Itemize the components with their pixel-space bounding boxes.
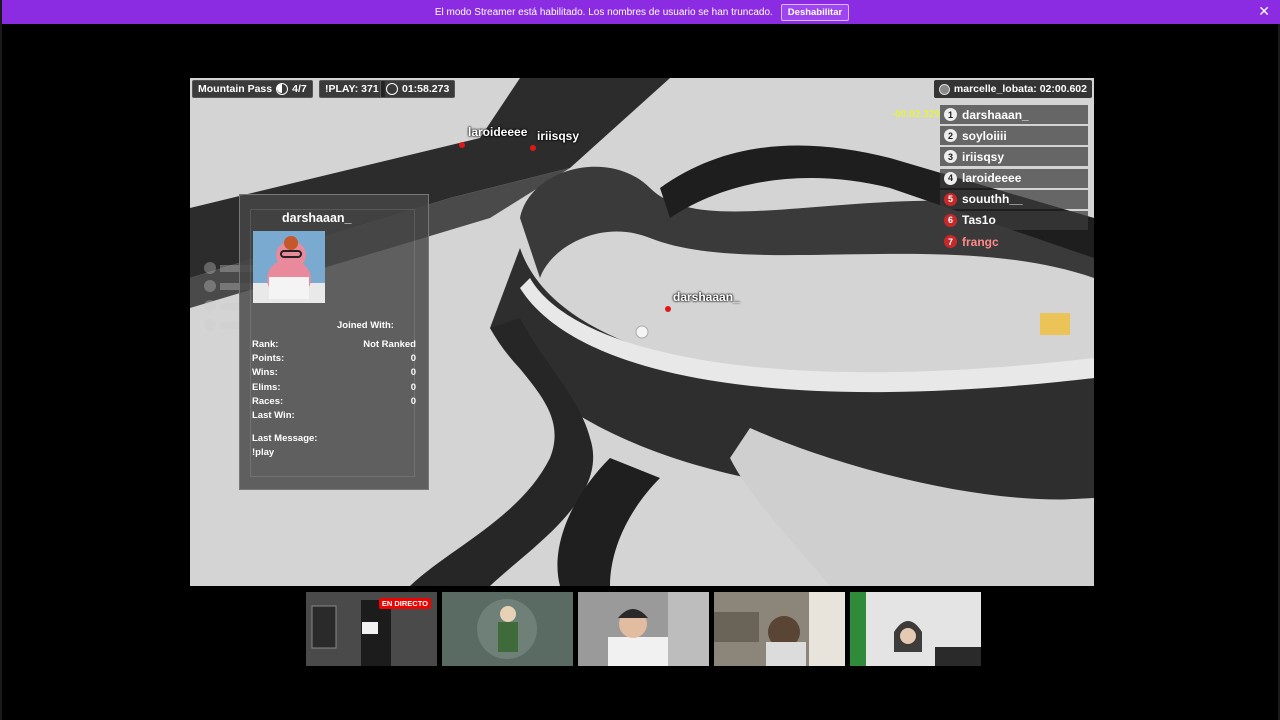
racer-name: darshaaan_ <box>962 107 1029 122</box>
thumbnail-image <box>578 592 709 666</box>
stat-row: Rank: Not Ranked <box>252 339 416 353</box>
leaderboard-row: 6 Tas1o <box>940 210 1088 230</box>
stat-row: Wins: 0 <box>252 367 416 381</box>
racer-name: Tas1o <box>962 213 996 228</box>
leaderboard: 1 darshaaan_ 2 soyloiiii 3 iriisqsy 4 laroid… <box>940 105 1088 253</box>
avatar <box>253 231 325 303</box>
stream-thumbnails: EN DIRECTO <box>306 592 981 666</box>
rank-badge: 5 <box>944 192 957 206</box>
racer-name: frangc <box>962 234 999 249</box>
stat-value: Not Ranked <box>363 339 416 350</box>
lap-icon <box>276 83 289 95</box>
leaderboard-row: 5 souuthh__ <box>940 189 1088 209</box>
leaderboard-row: 4 laroideeee <box>940 168 1088 188</box>
disable-button[interactable]: Deshabilitar <box>780 3 850 21</box>
stats-table: Rank: Not Ranked Points: 0 Wins: 0 Elims: 0 … <box>252 339 416 424</box>
stat-label: Points: <box>252 353 285 365</box>
close-icon[interactable]: ✕ <box>1258 4 1270 18</box>
stream-thumbnail[interactable]: EN DIRECTO <box>306 592 437 666</box>
race-timer: 01:58.273 <box>402 83 450 95</box>
thumbnail-image <box>850 592 981 666</box>
last-message-label: Last Message: <box>252 433 318 444</box>
stat-value: 0 <box>410 353 416 365</box>
time-delta: -00:02.329 <box>891 109 940 120</box>
leaderboard-row: 3 iriisqsy <box>940 147 1088 167</box>
live-badge: EN DIRECTO <box>378 598 431 609</box>
track-name: Mountain Pass <box>198 83 273 95</box>
stat-label: Wins: <box>252 367 278 379</box>
stat-label: Races: <box>252 395 284 407</box>
stat-row: Races: 0 <box>252 396 416 410</box>
racer-name: souuthh__ <box>962 192 1023 207</box>
stream-thumbnail[interactable] <box>442 592 573 666</box>
lap-counter: 4/7 <box>292 83 307 95</box>
record-chip: marcelle_lobata: 02:00.602 <box>933 80 1092 98</box>
stat-value: 0 <box>410 381 416 393</box>
play-count-chip: !PLAY: 371 <box>319 80 385 98</box>
stat-row: Last Win: <box>252 410 416 424</box>
profile-name: darshaaan_ <box>282 211 352 225</box>
joined-with-label: Joined With: <box>337 320 394 331</box>
rank-badge: 6 <box>944 213 957 227</box>
clock-icon <box>386 83 398 95</box>
banner-message: El modo Streamer está habilitado. Los no… <box>434 6 773 18</box>
stream-viewer: El modo Streamer está habilitado. Los no… <box>0 0 1280 720</box>
racer-name: laroideeee <box>962 171 1022 186</box>
racer-name: iriisqsy <box>962 149 1005 164</box>
stream-thumbnail[interactable] <box>714 592 845 666</box>
player-profile-card: darshaaan_ Joined With: Rank: Not Ranked … <box>239 194 429 490</box>
stat-row: Elims: 0 <box>252 382 416 396</box>
racer-marker <box>459 142 465 148</box>
timer-chip: 01:58.273 <box>380 80 456 98</box>
play-count: !PLAY: 371 <box>325 83 379 95</box>
stream-thumbnail[interactable] <box>578 592 709 666</box>
leaderboard-row: 1 darshaaan_ <box>940 105 1088 124</box>
last-message: !play <box>252 447 275 458</box>
record-label: marcelle_lobata: 02:00.602 <box>953 83 1087 95</box>
stream-thumbnail[interactable] <box>850 592 981 666</box>
track-chip: Mountain Pass 4/7 <box>192 80 313 98</box>
globe-icon <box>938 83 950 95</box>
stat-value: 0 <box>410 367 416 379</box>
racer-tag: laroideeee <box>468 125 528 139</box>
rank-badge: 4 <box>944 171 957 185</box>
stat-value: 0 <box>410 395 416 407</box>
stat-row: Points: 0 <box>252 353 416 367</box>
thumbnail-image <box>714 592 845 666</box>
leaderboard-row: 2 soyloiiii <box>940 126 1088 146</box>
stat-label: Elims: <box>252 381 281 393</box>
racer-marker <box>530 145 536 151</box>
racer-tag: darshaaan_ <box>673 290 740 304</box>
stat-label: Last Win: <box>252 409 295 421</box>
rank-badge: 2 <box>944 129 957 143</box>
stat-label: Rank: <box>252 339 279 350</box>
racer-tag: iriisqsy <box>537 129 580 143</box>
streamer-mode-banner: El modo Streamer está habilitado. Los no… <box>2 0 1280 24</box>
rank-badge: 1 <box>944 108 957 121</box>
rank-badge: 3 <box>944 150 957 164</box>
racer-marker <box>665 306 671 312</box>
thumbnail-image <box>442 592 573 666</box>
rank-badge: 7 <box>944 235 957 249</box>
leaderboard-row: 7 frangc <box>940 232 1088 251</box>
game-video[interactable]: Mountain Pass 4/7 !PLAY: 371 01:58.273 m… <box>190 78 1094 586</box>
racer-name: soyloiiii <box>962 128 1007 143</box>
